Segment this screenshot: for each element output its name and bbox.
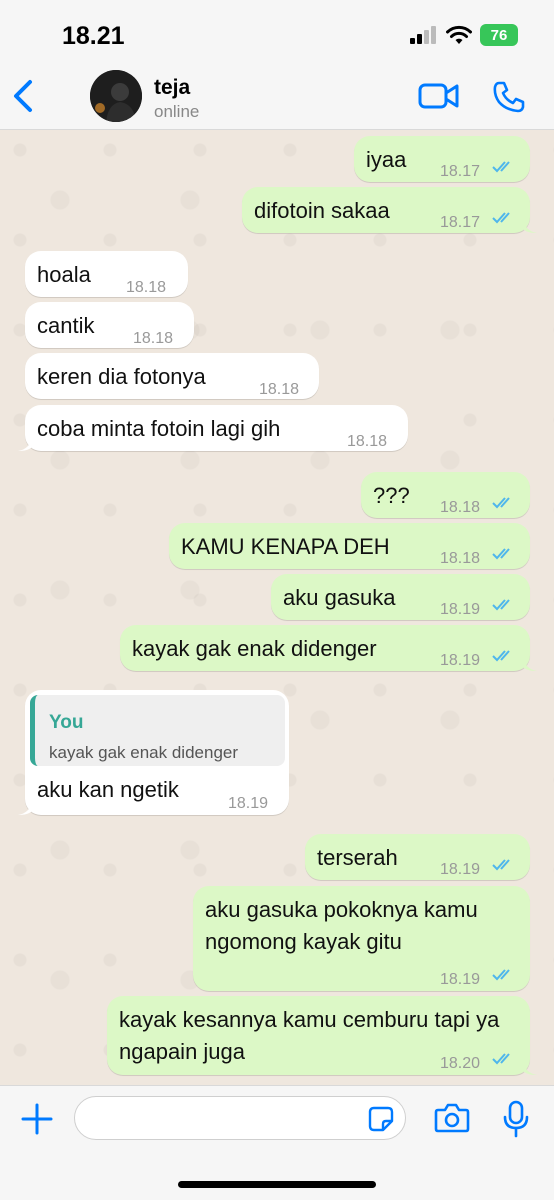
microphone-icon: [503, 1100, 529, 1138]
message-text: aku gasuka pokoknya kamu ngomong kayak g…: [205, 897, 478, 954]
contact-status: online: [154, 102, 200, 121]
message-time: 18.19: [440, 861, 481, 878]
read-receipt-icon: [492, 161, 510, 173]
read-receipt-icon: [492, 969, 510, 981]
read-receipt-icon: [492, 212, 510, 224]
message-outgoing[interactable]: KAMU KENAPA DEH 18.18: [169, 523, 530, 569]
message-text: keren dia fotonya: [37, 364, 206, 389]
cellular-signal-icon: [410, 26, 436, 44]
message-text: coba minta fotoin lagi gih: [37, 416, 281, 441]
message-outgoing[interactable]: kayak gak enak didenger 18.19: [120, 625, 537, 671]
status-time: 18.21: [62, 22, 125, 50]
video-camera-icon: [418, 83, 459, 109]
status-icons: 76: [410, 24, 518, 46]
video-call-button[interactable]: [418, 82, 460, 112]
message-outgoing[interactable]: ??? 18.18: [361, 472, 530, 518]
message-outgoing[interactable]: aku gasuka pokoknya kamu ngomong kayak g…: [193, 886, 530, 991]
camera-button[interactable]: [434, 1103, 470, 1133]
message-time: 18.19: [440, 971, 481, 988]
attach-button[interactable]: [20, 1102, 54, 1136]
message-outgoing[interactable]: iyaa 18.17: [354, 136, 530, 182]
bubble-tail: [18, 437, 32, 451]
message-time: 18.19: [440, 601, 481, 618]
message-input[interactable]: [74, 1096, 406, 1140]
message-incoming[interactable]: coba minta fotoin lagi gih 18.18: [18, 405, 408, 451]
home-indicator[interactable]: [178, 1181, 376, 1188]
message-time: 18.18: [133, 330, 174, 347]
message-time: 18.18: [347, 433, 388, 450]
message-time: 18.17: [440, 214, 481, 231]
message-text: ???: [373, 483, 410, 508]
message-text: KAMU KENAPA DEH: [181, 534, 390, 559]
bubble-tail: [18, 801, 32, 815]
battery-icon: 76: [480, 24, 518, 46]
battery-level: 76: [490, 26, 508, 44]
message-time: 18.18: [259, 381, 300, 398]
message-outgoing[interactable]: aku gasuka 18.19: [271, 574, 530, 620]
read-receipt-icon: [492, 497, 510, 509]
plus-icon: [21, 1103, 53, 1135]
message-text: aku kan ngetik: [37, 777, 179, 802]
sticker-icon: [368, 1106, 394, 1132]
message-outgoing[interactable]: terserah 18.19: [305, 834, 530, 880]
message-text: terserah: [317, 845, 398, 870]
sticker-button[interactable]: [368, 1106, 394, 1132]
chevron-left-icon: [14, 80, 32, 112]
message-incoming[interactable]: keren dia fotonya 18.18: [25, 353, 319, 399]
read-receipt-icon: [492, 599, 510, 611]
message-text: hoala: [37, 262, 91, 287]
message-time: 18.19: [228, 795, 269, 812]
quoted-author: You: [49, 712, 84, 733]
message-text: iyaa: [366, 147, 407, 172]
message-text: aku gasuka: [283, 585, 396, 610]
avatar-photo-icon: [90, 70, 142, 122]
message-incoming[interactable]: cantik 18.18: [25, 302, 194, 348]
bubble-tail: [523, 1061, 537, 1075]
message-outgoing[interactable]: difotoin sakaa 18.17: [242, 187, 537, 233]
status-bar: 18.21 76: [0, 0, 554, 62]
microphone-button[interactable]: [502, 1100, 530, 1138]
camera-icon: [434, 1103, 470, 1133]
message-incoming[interactable]: hoala 18.18: [25, 251, 188, 297]
message-time: 18.17: [440, 163, 481, 180]
wifi-icon: [446, 25, 472, 44]
chat-messages: iyaa 18.17 difotoin sakaa 18.17 hoala 18…: [0, 130, 554, 1085]
message-time: 18.19: [440, 652, 481, 669]
phone-icon: [493, 81, 525, 113]
message-incoming-reply[interactable]: You kayak gak enak didenger aku kan nget…: [18, 690, 289, 815]
bubble-tail: [523, 657, 537, 671]
message-time: 18.18: [440, 499, 481, 516]
voice-call-button[interactable]: [492, 80, 526, 114]
read-receipt-icon: [492, 650, 510, 662]
avatar[interactable]: [90, 70, 142, 122]
message-time: 18.20: [440, 1055, 481, 1072]
message-text: cantik: [37, 313, 95, 338]
message-time: 18.18: [126, 279, 167, 296]
chat-header: teja online: [0, 62, 554, 130]
read-receipt-icon: [492, 859, 510, 871]
quoted-text: kayak gak enak didenger: [49, 743, 239, 762]
read-receipt-icon: [492, 1053, 510, 1065]
contact-name[interactable]: teja: [154, 76, 190, 100]
message-text: difotoin sakaa: [254, 198, 390, 223]
bubble-tail: [523, 219, 537, 233]
read-receipt-icon: [492, 548, 510, 560]
message-time: 18.18: [440, 550, 481, 567]
quoted-message[interactable]: You kayak gak enak didenger: [30, 695, 285, 766]
message-outgoing[interactable]: kayak kesannya kamu cemburu tapi ya ngap…: [107, 996, 537, 1075]
message-text: kayak gak enak didenger: [132, 636, 377, 661]
back-button[interactable]: [8, 76, 40, 116]
